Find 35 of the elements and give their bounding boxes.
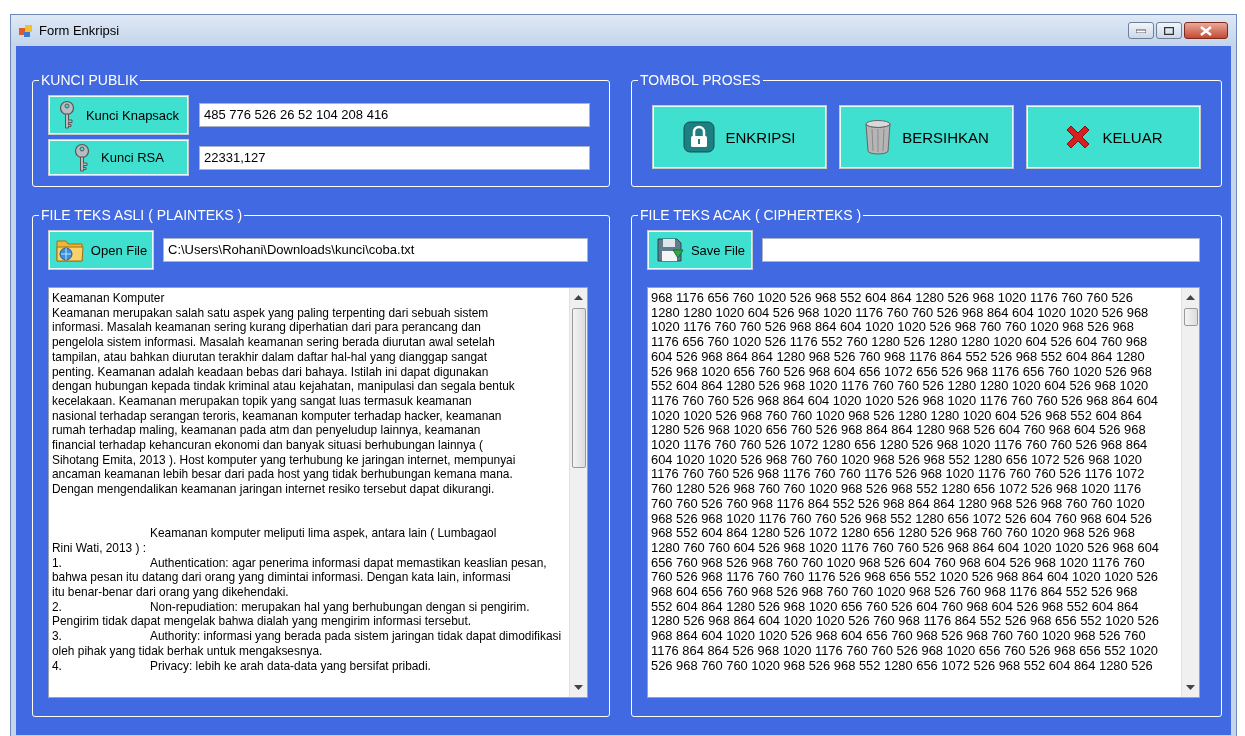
window-title: Form Enkripsi <box>39 23 121 38</box>
encrypt-button[interactable]: ENKRIPSI <box>652 105 827 169</box>
scrollbar[interactable] <box>1181 288 1199 697</box>
open-file-button[interactable]: Open File <box>48 230 154 270</box>
file-path-field[interactable] <box>762 238 1200 262</box>
scroll-up-icon[interactable] <box>1186 294 1195 300</box>
minimize-icon <box>1136 28 1146 33</box>
group-title: FILE TEKS ACAK ( CIPHERTEKS ) <box>638 207 864 223</box>
trash-can-icon <box>864 119 893 155</box>
app-icon <box>19 23 33 38</box>
scroll-thumb[interactable] <box>571 308 586 468</box>
text-area[interactable]: 968 1176 656 760 1020 526 968 552 604 864 1280 526 968 1020 1176 760 760 526 1280 1280 1020 604 526 968 1020 1176 760 760 526 968 864 604 1020 1020 526 968 1020 1176 760 760 526 968 864 604 1020 1020 526 968 760 760 1020 968 526 968 1176 656 760 1020 526 1176 552 760 1280 526 1280 1280 1020 604 526 604 760 968 604 526 968 864 864 1280 968 526 760 968 1176 864 552 526 968 552 604 864 1280 526 968 1020 656 760 526 968 604 656 1072 656 526 968 1176 656 760 1020 526 968 552 604 864 1280 526 968 1020 1176 760 760 526 1280 1280 1020 604 526 968 1020 1176 760 760 526 968 864 604 1020 1020 526 968 1020 1176 760 760 526 968 864 604 1020 1020 526 968 760 760 1020 968 526 1280 1280 1020 604 526 968 552 604 864 1280 526 968 1020 656 760 526 968 864 864 1280 968 526 604 760 968 604 526 968 1020 1176 760 760 526 1072 1280 656 1280 526 968 1020 1176 760 760 526 968 864 604 1020 1020 526 968 760 760 1020 968 526 968 552 1280 656 1072 526 968 1020 1176 760 760 526 968 1176 760 760 1176 526 968 1020 1176 760 760 526 1176 1072 760 1280 526 968 760 760 1020 968 526 968 552 1280 656 1072 526 968 1020 1176 760 760 526 760 968 1176 864 552 526 968 864 864 1280 968 526 968 760 760 1020 968 526 968 1020 1176 760 760 526 968 552 1280 656 1072 526 604 760 968 604 526 968 552 604 864 1280 526 1072 1280 656 1280 526 968 760 760 1020 968 526 968 1280 760 760 604 526 968 1020 1176 760 760 526 968 864 604 1020 1020 526 968 604 656 760 968 526 968 760 760 1020 968 526 604 760 968 604 526 968 1020 1176 760 760 526 968 1176 760 760 1176 526 968 656 552 1020 526 968 864 604 1020 1020 526 968 604 656 760 968 526 968 760 760 1020 968 526 760 968 1176 864 552 526 968 552 604 864 1280 526 968 1020 656 760 526 604 760 968 604 526 968 552 604 864 1280 526 968 864 604 1020 1020 526 760 968 1176 864 552 526 968 656 552 1020 526 968 864 604 1020 1020 526 968 604 656 760 968 526 968 760 760 1020 968 526 760 1176 864 864 526 968 1020 1176 760 760 526 968 1020 656 760 526 968 656 552 1020 526 968 760 760 1020 968 526 968 552 1280 656 1072 526 968 552 604 864 1280 526 <box>647 287 1200 698</box>
lock-icon <box>683 121 716 153</box>
group-title: FILE TEKS ASLI ( PLAINTEKS ) <box>39 207 245 223</box>
scrollbar[interactable] <box>569 288 587 697</box>
key-field[interactable]: 22331,127 <box>199 145 590 170</box>
exit-button[interactable]: KELUAR <box>1026 105 1201 169</box>
clear-button[interactable]: BERSIHKAN <box>839 105 1014 169</box>
key-field[interactable]: 485 776 526 26 52 104 208 416 <box>199 103 590 127</box>
close-button[interactable] <box>1184 22 1228 39</box>
minimize-button[interactable] <box>1128 22 1154 39</box>
close-icon <box>1200 25 1212 36</box>
key-button[interactable]: Kunci RSA <box>48 139 189 176</box>
scroll-thumb[interactable] <box>1183 308 1198 326</box>
file-path-field[interactable]: C:\Users\Rohani\Downloads\kunci\coba.txt <box>163 238 588 262</box>
scroll-up-icon[interactable] <box>574 294 583 300</box>
maximize-button[interactable] <box>1156 22 1182 39</box>
text-area[interactable]: Keamanan Komputer Keamanan merupakan salah satu aspek yang paling terpenting dari sebuah sistem informasi. Masalah keamanan sering kurang diperhatian dari para perancang dan pengelola sistem informasi. Masalah keamanan sering berada diurutan awal setelah tampilan, atau bahkan diurutan terakhir dalam daftar hal-hal yang dianggap sangat penting. Keamanan adalah keadaan bebas dari bahaya. Istilah ini dapat digunakan dengan hubungan kepada tindak kriminal atau kejahatan, manipulasi dan segala bentuk kecelakaan. Keamanan merupakan topik yang sangat luas termasuk keamanan nasional terhadap serangan teroris, keamanan komputer terhadap hacker, keamanan rumah terhadap maling, keamanan pada atm dan penyeludup lainnya, keamanan financial terhadap kehancuran ekonomi dan banyak situasi berhubungan lainnya ( Sihotang Emita, 2013 ). Host komputer yang terhubung ke jaringan internet, mempunyai ancaman keamanan lebih besar dari pada host yang tidak berhubungan kemana mana. Dengan mengendalikan keamanan jaringan internet resiko tersebut dapat dikurangi. Keamanan komputer meliputi lima aspek, antara lain ( Lumbagaol Rini Wati, 2013 ) : 1. Authentication: agar penerima informasi dapat memastikan keaslian pesan, bahwa pesan itu datang dari orang yang dimintai informasi. Dengan kata lain, informasi itu benar-benar dari orang yang dikehendaki. 2. Non-repudiation: merupakan hal yang berhubungan dengan si pengirim. Pengirim tidak dapat mengelak bahwa dialah yang mengirim informasi tersebut. 3. Authority: informasi yang berada pada sistem jaringan tidak dapat dimodifikasi oleh pihak yang tidak berhak untuk mengaksesnya. 4. Privacy: lebih ke arah data-data yang bersifat pribadi. <box>48 287 588 698</box>
maximize-icon <box>1164 26 1174 35</box>
save-file-button[interactable]: Save File <box>647 230 753 270</box>
group-title: KUNCI PUBLIK <box>39 72 141 88</box>
key-button[interactable]: Kunci Knapsack <box>48 95 189 135</box>
scroll-down-icon[interactable] <box>1186 685 1195 691</box>
group-title: TOMBOL PROSES <box>638 72 763 88</box>
scroll-down-icon[interactable] <box>574 685 583 691</box>
